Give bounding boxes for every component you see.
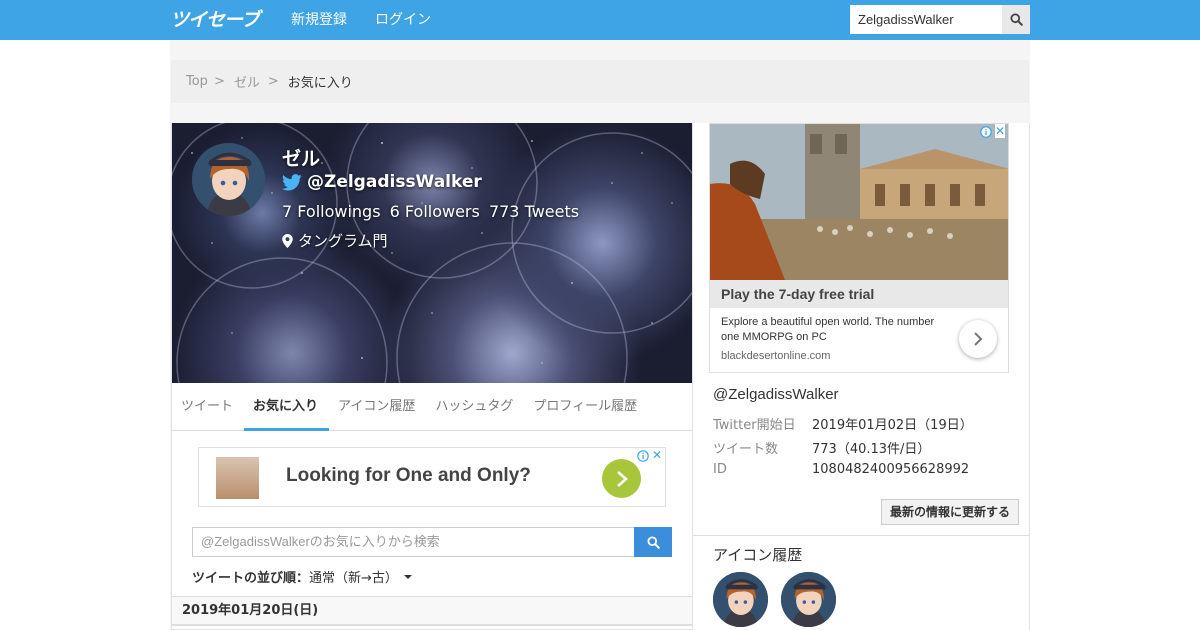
ad-info-icon[interactable]	[637, 450, 649, 462]
twitter-bird-icon	[282, 173, 302, 190]
tab-tweets[interactable]: ツイート	[172, 383, 244, 431]
search-icon	[646, 535, 660, 549]
profile-tabs: ツイート お気に入り アイコン履歴 ハッシュタグ プロフィール履歴	[172, 383, 692, 431]
avatar-image	[713, 572, 768, 627]
profile-name: ゼル	[282, 148, 321, 170]
breadcrumb-current: お気に入り	[287, 76, 353, 91]
site-logo[interactable]: ツイセーブ	[170, 7, 260, 33]
header-search-button[interactable]	[1002, 5, 1030, 34]
search-icon	[1009, 13, 1023, 26]
profile-handle-row: @ZelgadissWalker	[282, 172, 482, 192]
profile-location-row: タングラム門	[282, 230, 388, 251]
tweets-count[interactable]: 773 Tweets	[489, 202, 579, 221]
chevron-right-icon	[616, 470, 628, 487]
info-label-start-date: Twitter開始日	[713, 418, 796, 433]
profile-stats: 7 Followings 6 Followers 773 Tweets	[282, 202, 583, 221]
ad-scene-illustration	[710, 124, 1008, 280]
info-label-tweet-count: ツイート数	[713, 442, 779, 457]
icon-history-avatar[interactable]	[713, 572, 768, 627]
sort-value[interactable]: 通常（新→古）	[309, 567, 398, 586]
tab-icon-history[interactable]: アイコン履歴	[329, 383, 426, 431]
breadcrumb: Top > ゼル > お気に入り	[171, 60, 1029, 103]
banner-ad[interactable]: Looking for One and Only? ✕	[198, 447, 666, 507]
profile-handle[interactable]: @ZelgadissWalker	[307, 172, 482, 192]
sidebar-ad[interactable]: Play the 7-day free trial Explore a beau…	[709, 123, 1009, 373]
breadcrumb-user-link[interactable]: ゼル	[234, 72, 260, 91]
refresh-info-button[interactable]: 最新の情報に更新する	[881, 499, 1019, 525]
icon-history-title: アイコン履歴	[713, 546, 803, 564]
breadcrumb-top-link[interactable]: Top	[186, 74, 208, 89]
breadcrumb-separator: >	[213, 74, 225, 89]
date-header: 2019年01月20日(日)	[172, 596, 692, 626]
followers-count[interactable]: 6 Followers	[390, 202, 480, 221]
favorites-search-button[interactable]	[634, 527, 672, 557]
sidebar-ad-open-button[interactable]	[959, 320, 997, 358]
profile-avatar[interactable]	[192, 143, 265, 216]
info-value-start-date: 2019年01月02日（19日）	[812, 418, 973, 433]
ad-headline[interactable]: Looking for One and Only?	[286, 465, 531, 487]
ad-close-icon[interactable]: ✕	[995, 124, 1006, 138]
info-value-id: 1080482400956628992	[812, 462, 970, 477]
info-value-tweet-count: 773（40.13件/日）	[812, 442, 931, 457]
nav-login-link[interactable]: ログイン	[375, 0, 431, 40]
favorites-search-input[interactable]: @ZelgadissWalkerのお気に入りから検索	[192, 527, 635, 557]
caret-down-icon	[403, 574, 412, 579]
profile-location: タングラム門	[298, 232, 388, 250]
followings-count[interactable]: 7 Followings	[282, 202, 381, 221]
ad-info-icon[interactable]	[980, 126, 992, 138]
nav-register-link[interactable]: 新規登録	[291, 0, 347, 40]
info-label-id: ID	[713, 462, 727, 477]
header-search-input[interactable]: ZelgadissWalker	[850, 5, 1002, 34]
avatar-image	[192, 143, 265, 216]
breadcrumb-separator: >	[267, 74, 279, 89]
sidebar-divider	[693, 535, 1030, 536]
sort-label: ツイートの並び順：	[192, 571, 310, 586]
tab-favorites[interactable]: お気に入り	[244, 383, 330, 431]
tab-hashtags[interactable]: ハッシュタグ	[426, 383, 524, 431]
icon-history-avatar[interactable]	[781, 572, 836, 627]
sidebar-ad-domain[interactable]: blackdesertonline.com	[721, 350, 830, 362]
chevron-right-icon	[974, 332, 983, 346]
account-handle: @ZelgadissWalker	[713, 386, 839, 403]
tab-profile-history[interactable]: プロフィール履歴	[524, 383, 648, 431]
sort-order[interactable]: ツイートの並び順： 通常（新→古）	[192, 567, 413, 586]
ad-open-button[interactable]	[602, 459, 641, 498]
sidebar-ad-title[interactable]: Play the 7-day free trial	[710, 280, 1008, 308]
sidebar-ad-image	[710, 124, 1008, 280]
map-pin-icon	[282, 233, 293, 248]
avatar-image	[781, 572, 836, 627]
ad-thumbnail	[216, 457, 259, 499]
ad-close-icon[interactable]: ✕	[652, 448, 662, 462]
sidebar-ad-description: Explore a beautiful open world. The numb…	[721, 316, 935, 343]
